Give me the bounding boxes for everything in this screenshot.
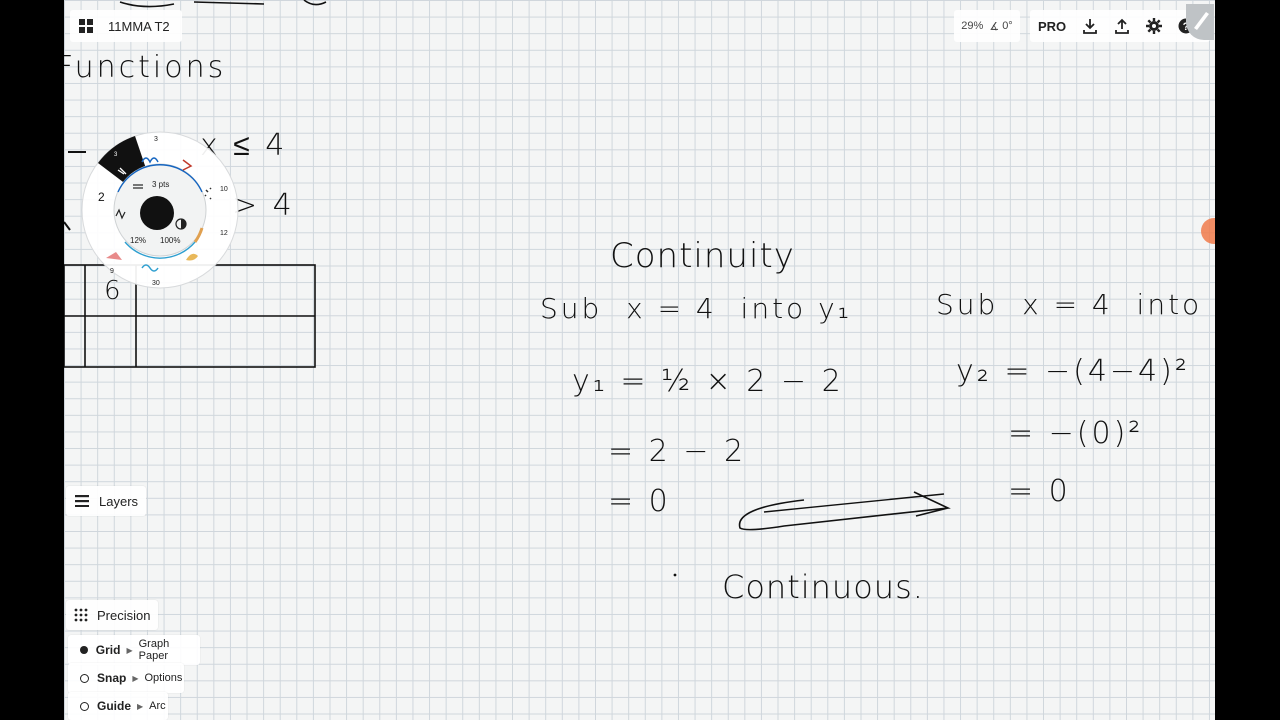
grid-label: Grid: [95, 643, 121, 657]
angle-icon: ∡: [989, 20, 1000, 33]
chevron-right-icon: ▶: [137, 701, 144, 711]
share-upload-icon[interactable]: [1106, 10, 1138, 42]
slot-number-2: 3: [154, 136, 158, 143]
chevron-right-icon: ▶: [132, 673, 139, 683]
ink-strokes: [64, 0, 951, 577]
snap-value[interactable]: Options: [145, 672, 183, 684]
drawing-canvas[interactable]: Functions x ≤ 4 > 4 6 Continuity Sub x =…: [64, 0, 1215, 720]
guide-label: Guide: [97, 699, 132, 713]
slot-number-7: 2: [98, 190, 105, 204]
slot-number-6: 9: [110, 268, 114, 275]
brush-size-label: 3 pts: [152, 180, 170, 189]
grid-value[interactable]: Graph Paper: [139, 638, 200, 662]
guide-toggle-row[interactable]: Guide ▶ Arc: [68, 692, 168, 720]
settings-gear-icon[interactable]: [1138, 10, 1170, 42]
precision-header[interactable]: Precision: [66, 600, 158, 630]
snap-label: Snap: [97, 671, 127, 685]
slot-number-5: 30: [152, 280, 160, 287]
precision-dots-icon: [74, 608, 88, 622]
grid-enabled-dot[interactable]: [80, 646, 88, 654]
brush-opacity-full: 100%: [160, 236, 181, 245]
brush-opacity-low: 12%: [130, 236, 147, 245]
snap-disabled-dot[interactable]: [80, 673, 89, 683]
download-icon[interactable]: [1074, 10, 1106, 42]
slot-number-1: 3: [114, 152, 118, 158]
pro-button[interactable]: PRO: [1038, 19, 1066, 34]
snap-toggle-row[interactable]: Snap ▶ Options: [68, 663, 184, 693]
layers-icon: [75, 495, 89, 507]
brush-wheel[interactable]: 3 pts 12% 100% 3 3 10 12 30 9 2: [80, 130, 240, 290]
zoom-level: 29%: [961, 20, 984, 32]
slot-number-3: 10: [220, 186, 228, 193]
grid-toggle-row[interactable]: Grid ▶ Graph Paper: [68, 635, 200, 665]
precision-title: Precision: [97, 607, 151, 623]
document-title[interactable]: 11MMA T2: [108, 19, 170, 34]
slot-number-4: 12: [220, 230, 228, 237]
top-right-toolbar: PRO ?: [1030, 10, 1210, 42]
layers-label: Layers: [99, 493, 139, 509]
guide-value[interactable]: Arc: [149, 700, 166, 712]
guide-disabled-dot[interactable]: [80, 701, 89, 711]
zoom-indicator[interactable]: 29% ∡ 0°: [954, 10, 1020, 42]
rotation-value: 0°: [1002, 20, 1013, 32]
chevron-right-icon: ▶: [126, 645, 133, 655]
gallery-grid-icon[interactable]: [70, 10, 102, 42]
doc-title-bar: 11MMA T2: [70, 10, 182, 42]
pencil-tool-button[interactable]: [1186, 4, 1214, 40]
layers-button[interactable]: Layers: [66, 486, 146, 516]
